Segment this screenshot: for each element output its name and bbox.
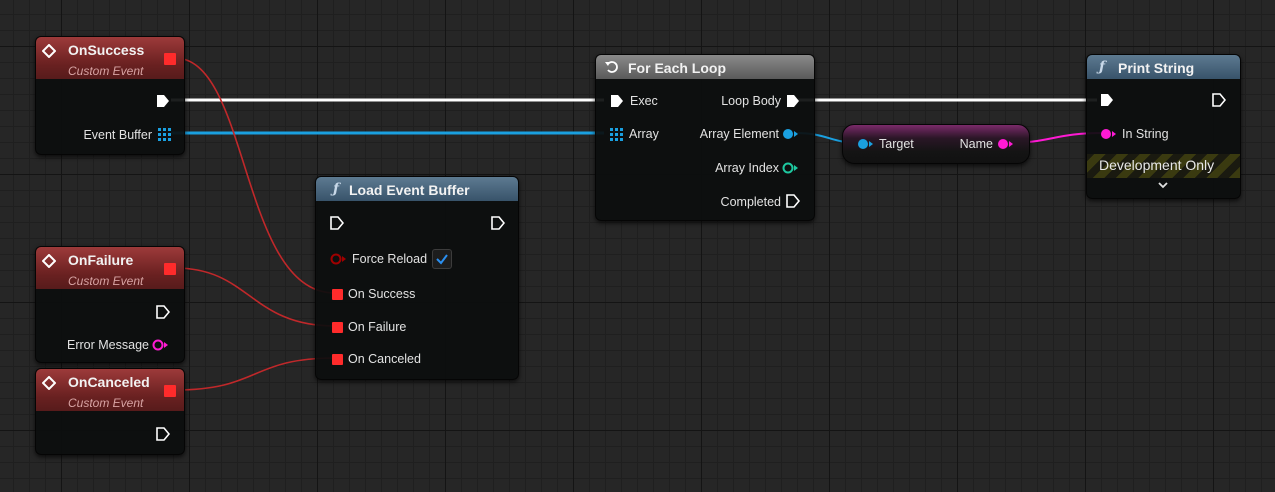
node-title: Load Event Buffer [349,182,470,198]
node-load-event-buffer[interactable]: ƒ Load Event Buffer Force Reload On Succ… [315,176,519,380]
node-subtitle: Custom Event [68,274,144,288]
event-diamond-icon [42,44,56,58]
node-header: OnCanceled Custom Event [36,369,184,411]
node-on-canceled[interactable]: OnCanceled Custom Event [35,368,185,455]
pin-label-target: Target [879,137,914,151]
wire-delegate-on-success [174,57,336,294]
pin-label-force-reload: Force Reload [352,252,428,266]
exec-out-pin[interactable] [1212,93,1226,107]
exec-out-pin[interactable] [786,194,800,208]
delegate-pin[interactable] [332,322,343,333]
integer-pin[interactable] [782,162,800,174]
exec-in-pin[interactable] [1100,93,1114,107]
pin-label-array-index: Array Index [715,161,779,175]
node-header: ƒ Load Event Buffer [316,177,518,201]
string-pin[interactable] [1100,128,1118,140]
chevron-down-icon[interactable] [1157,181,1169,189]
node-title: Print String [1118,60,1195,76]
exec-out-pin[interactable] [156,427,170,441]
checkmark-icon [436,254,448,265]
node-header: OnFailure Custom Event [36,247,184,289]
pin-label-on-success: On Success [348,287,416,301]
node-title: For Each Loop [628,60,726,76]
node-title: OnFailure [68,252,134,268]
node-on-failure[interactable]: OnFailure Custom Event Error Message [35,246,185,363]
delegate-pin[interactable] [164,385,176,397]
exec-in-pin[interactable] [610,94,624,108]
pin-label-event-buffer: Event Buffer [83,128,152,142]
pin-label-on-canceled: On Canceled [348,352,421,366]
pin-label-in-string: In String [1122,127,1169,141]
node-header: ƒ Print String [1087,55,1240,79]
wire-delegate-on-canceled [174,357,336,391]
exec-out-pin[interactable] [786,94,800,108]
pin-label-exec: Exec [630,94,658,108]
exec-out-pin[interactable] [156,305,170,319]
struct-pin[interactable] [857,138,875,150]
string-pin[interactable] [997,138,1015,150]
delegate-pin[interactable] [332,354,343,365]
pin-label-on-failure: On Failure [348,320,407,334]
pin-label-error-message: Error Message [67,338,149,352]
pin-label-loop-body: Loop Body [721,94,781,108]
pin-label-array: Array [629,127,659,141]
delegate-pin[interactable] [332,289,343,300]
pin-label-name: Name [959,137,993,151]
node-break-struct[interactable]: Target Name [842,124,1030,164]
function-icon: ƒ [333,181,340,197]
struct-pin[interactable] [782,128,800,140]
pin-label-array-element: Array Element [699,127,779,141]
force-reload-checkbox[interactable] [432,249,452,269]
node-for-each-loop[interactable]: For Each Loop Exec Array Loop Body Array… [595,54,815,221]
exec-out-pin[interactable] [491,216,505,230]
loop-icon [605,61,618,73]
exec-in-pin[interactable] [330,216,344,230]
node-header: For Each Loop [596,55,814,79]
pin-label-completed: Completed [720,195,781,209]
string-pin[interactable] [152,339,170,351]
node-title: OnSuccess [68,42,145,58]
node-on-success[interactable]: OnSuccess Custom Event Event Buffer [35,36,185,155]
node-subtitle: Custom Event [68,64,144,78]
array-grid-pin[interactable] [610,128,623,141]
node-header: OnSuccess Custom Event [36,37,184,79]
wire-delegate-on-failure [174,267,336,327]
node-subtitle: Custom Event [68,396,144,410]
node-title: OnCanceled [68,374,150,390]
array-grid-pin[interactable] [158,128,171,141]
delegate-pin[interactable] [164,263,176,275]
bool-pin[interactable] [330,253,348,265]
node-print-string[interactable]: ƒ Print String In String Development Onl… [1086,54,1241,199]
delegate-pin[interactable] [164,53,176,65]
exec-out-pin[interactable] [156,94,170,108]
development-only-label: Development Only [1099,157,1215,173]
event-diamond-icon [42,254,56,268]
function-icon: ƒ [1099,59,1106,75]
event-diamond-icon [42,376,56,390]
